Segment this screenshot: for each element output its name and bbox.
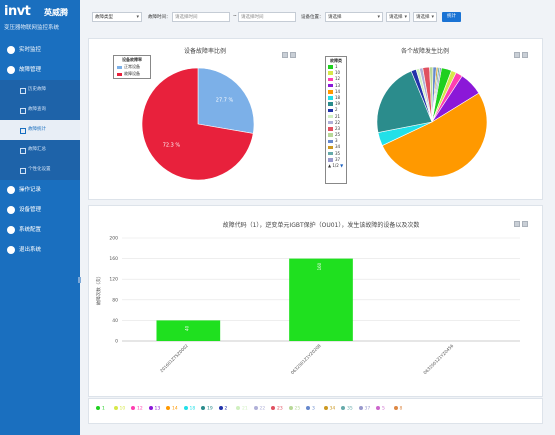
legend-dot-icon <box>131 406 135 410</box>
legend-dot-icon <box>183 406 188 410</box>
legend-item[interactable]: 8 <box>393 406 403 412</box>
x-tick-label: 0632S01Z1YZ0456 <box>422 343 454 375</box>
legend-dot-icon <box>236 406 240 410</box>
legend-item[interactable]: 18 <box>183 406 196 412</box>
legend-label: 21 <box>242 406 248 412</box>
legend-label: 13 <box>154 406 161 412</box>
legend-item[interactable]: 10 <box>113 406 126 412</box>
legend-label: 3 <box>312 406 315 412</box>
legend-dot-icon <box>288 406 293 410</box>
legend-label: 1 <box>102 406 105 412</box>
y-tick-label: 160 <box>109 256 118 262</box>
legend-item[interactable]: 35 <box>341 406 353 412</box>
legend-dot-icon <box>358 406 363 410</box>
legend-dot-icon <box>376 406 380 410</box>
legend-label: 37 <box>364 406 371 412</box>
legend-label: 22 <box>259 406 266 412</box>
legend-item[interactable]: 3 <box>306 406 315 412</box>
legend-dot-icon <box>253 406 258 410</box>
legend-dot-icon <box>271 406 275 410</box>
legend-dot-icon <box>341 406 345 410</box>
y-tick-label: 0 <box>115 339 118 345</box>
x-tick-label: 0632S01Z1YZ0208 <box>290 343 322 375</box>
legend-label: 2 <box>224 406 228 412</box>
legend-dot-icon <box>113 406 118 410</box>
bar-chart-title: 故障代码（1），逆变单元IGBT保护（OU01），发生该故障的设备以及次数 <box>223 221 420 229</box>
bottom-legend: 1 10 12 13 14 18 19 2 21 22 23 25 3 34 35 37 5 8 <box>88 398 543 422</box>
legend-label: 18 <box>189 406 196 412</box>
legend-item[interactable]: 2 <box>218 406 228 412</box>
legend-label: 10 <box>119 406 126 412</box>
legend-label: 12 <box>137 406 143 412</box>
legend-item[interactable]: 19 <box>201 406 213 412</box>
bar-value-label: 160 <box>317 262 322 270</box>
legend-dot-icon <box>201 406 205 410</box>
legend-item[interactable]: 14 <box>166 406 178 412</box>
legend-label: 23 <box>277 406 283 412</box>
legend-dot-icon <box>148 406 153 410</box>
legend-item[interactable]: 34 <box>323 406 336 412</box>
y-axis-label: 故障次数（次） <box>95 274 102 306</box>
x-tick-label: 201601ZTSZ0002 <box>159 343 189 373</box>
bar-chart: 故障代码（1），逆变单元IGBT保护（OU01），发生该故障的设备以及次数 0 40… <box>95 221 520 375</box>
legend-item[interactable]: 22 <box>253 406 266 412</box>
bar-value-label: 40 <box>184 325 189 331</box>
y-tick-label: 80 <box>112 297 118 303</box>
legend-item[interactable]: 37 <box>358 406 371 412</box>
legend-item[interactable]: 1 <box>96 406 105 412</box>
legend-dot-icon <box>393 406 398 410</box>
legend-dot-icon <box>323 406 328 410</box>
y-tick-label: 120 <box>109 277 118 283</box>
legend-item[interactable]: 25 <box>288 406 301 412</box>
legend-item[interactable]: 5 <box>376 406 385 412</box>
legend-dot-icon <box>166 406 170 410</box>
legend-label: 14 <box>172 406 178 412</box>
legend-dot-icon <box>306 406 310 410</box>
y-tick-label: 40 <box>112 318 118 324</box>
legend-label: 5 <box>382 406 385 412</box>
legend-item[interactable]: 21 <box>236 406 248 412</box>
legend-label: 35 <box>347 406 353 412</box>
legend-dot-icon <box>218 406 223 410</box>
legend-label: 34 <box>329 406 336 412</box>
legend-label: 19 <box>207 406 213 412</box>
legend-label: 25 <box>294 406 301 412</box>
legend-item[interactable]: 13 <box>148 406 161 412</box>
legend-item[interactable]: 12 <box>131 406 143 412</box>
legend-item[interactable]: 23 <box>271 406 283 412</box>
legend-label: 8 <box>399 406 403 412</box>
y-tick-label: 200 <box>109 236 118 242</box>
legend-dot-icon <box>96 406 100 410</box>
